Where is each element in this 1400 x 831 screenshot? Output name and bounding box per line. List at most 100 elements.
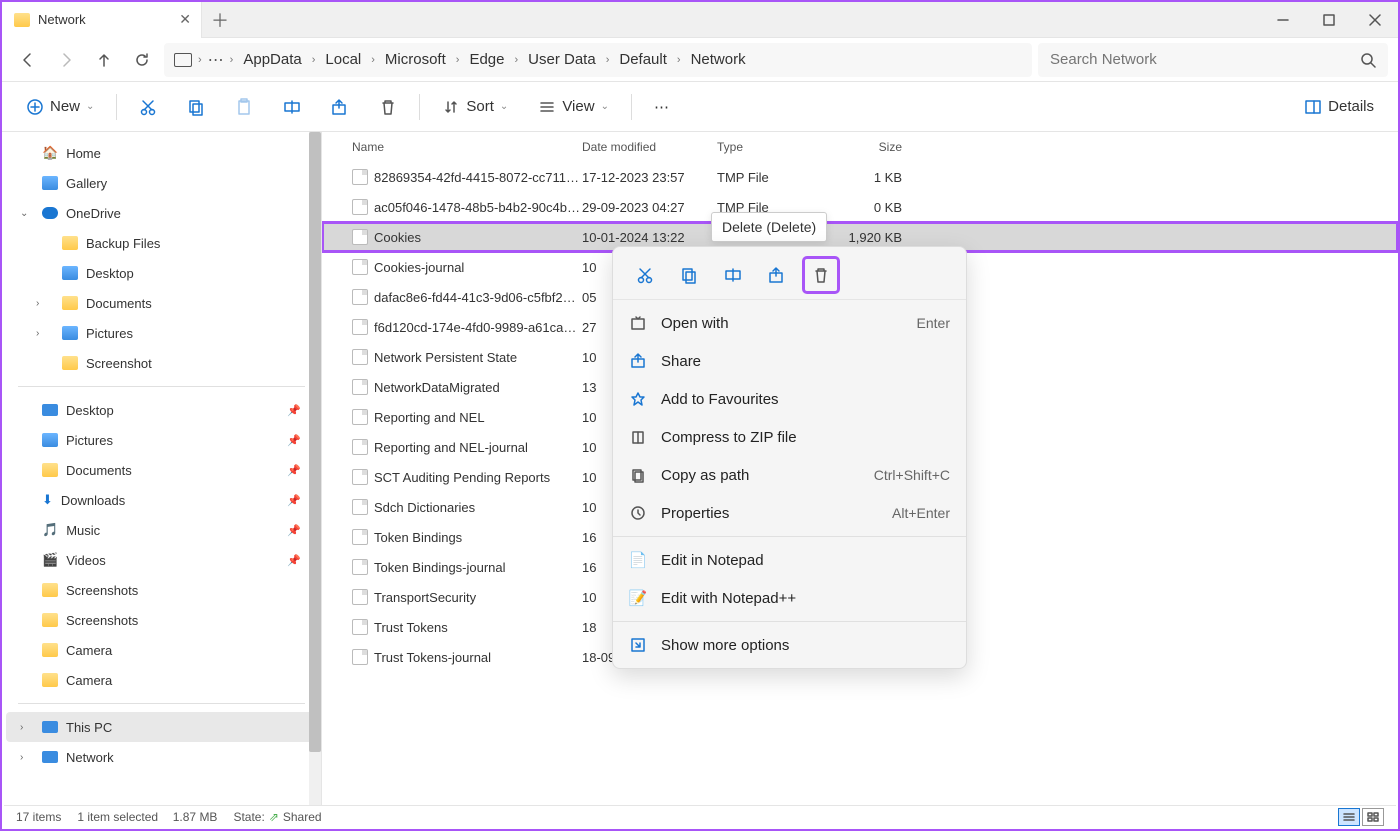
sidebar-onedrive[interactable]: ⌄ OneDrive <box>6 198 317 228</box>
ctx-properties[interactable]: Properties Alt+Enter <box>613 494 966 532</box>
sidebar-thispc[interactable]: ›This PC <box>6 712 317 742</box>
sidebar-pinned[interactable]: Desktop📌 <box>6 395 317 425</box>
folder-icon <box>62 236 78 250</box>
ctx-copy-button[interactable] <box>671 257 707 293</box>
sidebar-pinned[interactable]: 🎵Music📌 <box>6 515 317 545</box>
sidebar-pinned[interactable]: 🎬Videos📌 <box>6 545 317 575</box>
sidebar-pinned[interactable]: Pictures📌 <box>6 425 317 455</box>
minimize-button[interactable] <box>1260 4 1306 36</box>
crumb[interactable]: Default <box>615 51 671 68</box>
ctx-notepad[interactable]: 📄 Edit in Notepad <box>613 541 966 579</box>
close-window-button[interactable] <box>1352 4 1398 36</box>
col-size[interactable]: Size <box>832 140 902 154</box>
chevron-right-icon[interactable]: › <box>36 298 39 309</box>
sidebar-item[interactable]: Screenshot <box>6 348 317 378</box>
paste-button[interactable] <box>227 92 261 122</box>
breadcrumb[interactable]: › ⋯ › AppData › Local › Microsoft › Edge… <box>164 43 1032 77</box>
chevron-down-icon: ⌄ <box>601 101 609 112</box>
crumb[interactable]: AppData <box>239 51 305 68</box>
forward-button[interactable] <box>50 44 82 76</box>
col-date[interactable]: Date modified <box>582 140 717 154</box>
sidebar-pinned[interactable]: Camera <box>6 665 317 695</box>
maximize-button[interactable] <box>1306 4 1352 36</box>
star-icon <box>629 390 647 408</box>
chevron-right-icon[interactable]: › <box>20 722 23 733</box>
separator <box>631 94 632 120</box>
sidebar-pinned[interactable]: Screenshots <box>6 605 317 635</box>
crumb[interactable]: Microsoft <box>381 51 450 68</box>
sidebar-pinned[interactable]: Camera <box>6 635 317 665</box>
view-details-toggle[interactable] <box>1338 808 1360 826</box>
chevron-right-icon[interactable]: › <box>20 752 23 763</box>
share-button[interactable] <box>323 92 357 122</box>
crumb[interactable]: User Data <box>524 51 600 68</box>
ctx-open-with[interactable]: Open with Enter <box>613 304 966 342</box>
file-icon <box>352 499 368 515</box>
ctx-favourites[interactable]: Add to Favourites <box>613 380 966 418</box>
more-icon[interactable]: ⋯ <box>208 50 224 70</box>
refresh-button[interactable] <box>126 44 158 76</box>
sidebar-item[interactable]: ›Pictures <box>6 318 317 348</box>
scrollbar[interactable] <box>309 132 321 807</box>
ctx-cut-button[interactable] <box>627 257 663 293</box>
back-button[interactable] <box>12 44 44 76</box>
tab[interactable]: Network ✕ <box>2 2 202 38</box>
new-button[interactable]: New ⌄ <box>18 92 102 122</box>
file-name: dafac8e6-fd44-41c3-9d06-c5fbf276f4d7.t..… <box>374 290 582 305</box>
up-button[interactable] <box>88 44 120 76</box>
search-input[interactable] <box>1050 51 1352 68</box>
pin-icon: 📌 <box>287 554 301 567</box>
sidebar-network[interactable]: ›Network <box>6 742 317 772</box>
sidebar-item[interactable]: Backup Files <box>6 228 317 258</box>
tab-title: Network <box>38 12 86 27</box>
file-row[interactable]: 82869354-42fd-4415-8072-cc71137bca6f...1… <box>322 162 1398 192</box>
ctx-delete-button[interactable] <box>803 257 839 293</box>
sidebar-pinned[interactable]: Documents📌 <box>6 455 317 485</box>
file-date: 10-01-2024 13:22 <box>582 230 717 245</box>
chevron-down-icon[interactable]: ⌄ <box>20 208 28 219</box>
ctx-share[interactable]: Share <box>613 342 966 380</box>
sidebar-label: Camera <box>66 673 112 688</box>
file-icon <box>352 469 368 485</box>
rename-button[interactable] <box>275 92 309 122</box>
sidebar-gallery[interactable]: Gallery <box>6 168 317 198</box>
col-type[interactable]: Type <box>717 140 832 154</box>
ctx-rename-button[interactable] <box>715 257 751 293</box>
details-button[interactable]: Details <box>1296 92 1382 122</box>
sidebar-item[interactable]: Desktop <box>6 258 317 288</box>
desktop-icon <box>62 266 78 280</box>
delete-button[interactable] <box>371 92 405 122</box>
ctx-notepadpp[interactable]: 📝 Edit with Notepad++ <box>613 579 966 617</box>
sidebar-pinned[interactable]: Screenshots <box>6 575 317 605</box>
chevron-right-icon[interactable]: › <box>36 328 39 339</box>
copy-button[interactable] <box>179 92 213 122</box>
file-icon <box>352 379 368 395</box>
more-button[interactable]: ⋯ <box>646 92 677 122</box>
search-icon <box>1360 52 1376 68</box>
sidebar-item[interactable]: ›Documents <box>6 288 317 318</box>
cut-button[interactable] <box>131 92 165 122</box>
scrollbar-thumb[interactable] <box>309 132 321 752</box>
ctx-share-button[interactable] <box>759 257 795 293</box>
ctx-compress[interactable]: Compress to ZIP file <box>613 418 966 456</box>
chevron-down-icon: ⌄ <box>500 101 508 112</box>
sidebar-label: Pictures <box>66 433 113 448</box>
crumb[interactable]: Local <box>321 51 365 68</box>
search-box[interactable] <box>1038 43 1388 77</box>
col-name[interactable]: Name <box>352 140 582 154</box>
crumb[interactable]: Edge <box>465 51 508 68</box>
sidebar-home[interactable]: 🏠 Home <box>6 138 317 168</box>
file-row[interactable]: ac05f046-1478-48b5-b4b2-90c4bdaa186...29… <box>322 192 1398 222</box>
ctx-copy-path[interactable]: Copy as path Ctrl+Shift+C <box>613 456 966 494</box>
home-icon: 🏠 <box>42 145 58 161</box>
view-icons-toggle[interactable] <box>1362 808 1384 826</box>
sort-button[interactable]: Sort ⌄ <box>434 92 516 122</box>
sidebar-pinned[interactable]: ⬇Downloads📌 <box>6 485 317 515</box>
new-tab-button[interactable]: ＋ <box>202 7 238 33</box>
status-state: State: ⇗ Shared <box>233 810 321 824</box>
ctx-more-options[interactable]: Show more options <box>613 626 966 664</box>
close-icon[interactable]: ✕ <box>179 11 191 28</box>
view-button[interactable]: View ⌄ <box>530 92 617 122</box>
crumb[interactable]: Network <box>687 51 750 68</box>
chevron-down-icon: ⌄ <box>86 101 94 112</box>
